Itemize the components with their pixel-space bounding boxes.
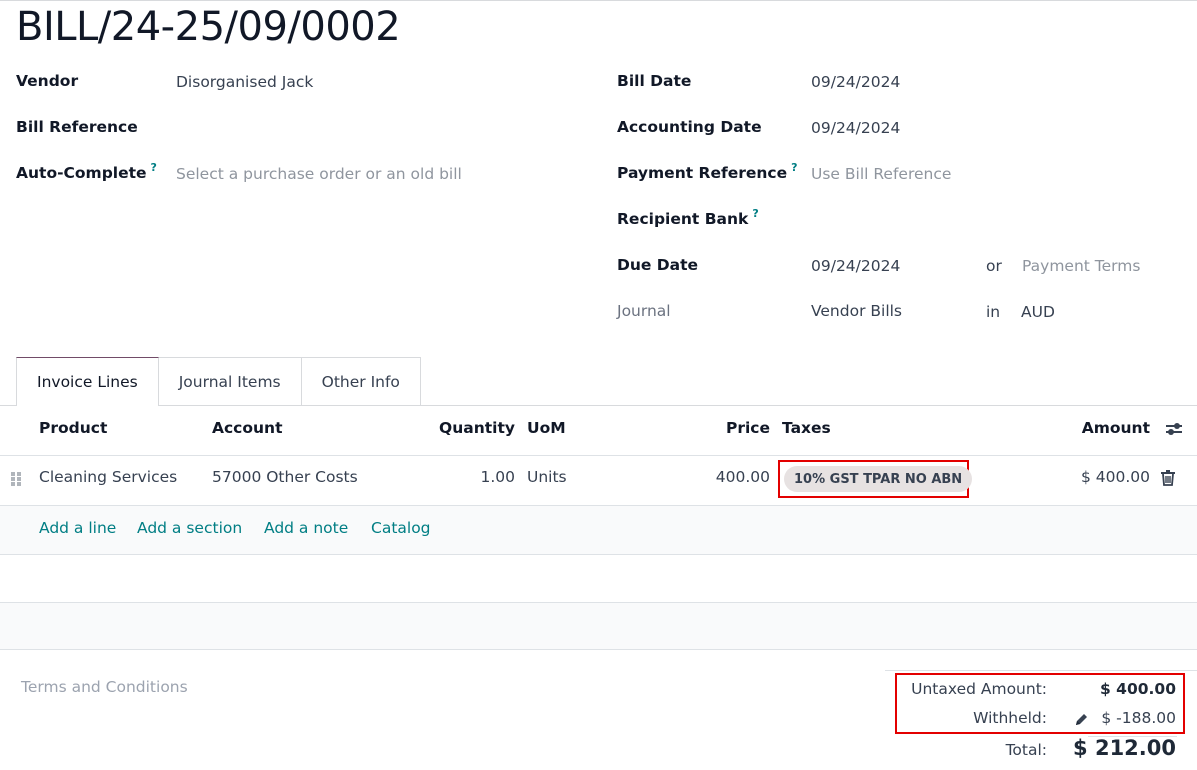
bill-date-label: Bill Date	[617, 72, 692, 90]
column-header-taxes[interactable]: Taxes	[782, 419, 831, 437]
tax-badge[interactable]: 10% GST TPAR NO ABN	[784, 466, 973, 492]
tab-other-info[interactable]: Other Info	[300, 357, 421, 405]
cell-account[interactable]: 57000 Other Costs	[212, 468, 358, 486]
pencil-icon[interactable]	[1072, 710, 1090, 728]
help-icon[interactable]: ?	[752, 207, 758, 220]
cell-uom[interactable]: Units	[527, 468, 567, 486]
journal-label: Journal	[617, 302, 671, 320]
total-label: Total:	[1005, 741, 1047, 759]
payment-reference-field[interactable]: Use Bill Reference	[811, 165, 951, 183]
terms-and-conditions-field[interactable]: Terms and Conditions	[21, 678, 188, 696]
recipient-bank-label-text: Recipient Bank	[617, 210, 749, 228]
vendor-field[interactable]: Disorganised Jack	[176, 73, 313, 91]
tab-invoice-lines[interactable]: Invoice Lines	[16, 357, 159, 406]
due-date-field[interactable]: 09/24/2024	[811, 257, 900, 275]
due-date-label: Due Date	[617, 256, 699, 274]
tab-journal-items[interactable]: Journal Items	[157, 357, 302, 405]
header-divider	[0, 455, 1197, 456]
recipient-bank-field[interactable]	[811, 210, 1191, 232]
help-icon[interactable]: ?	[151, 161, 157, 174]
trash-icon[interactable]	[1159, 468, 1177, 488]
recipient-bank-label: Recipient Bank?	[617, 207, 759, 228]
row-divider	[0, 554, 1197, 555]
cell-price[interactable]: 400.00	[670, 468, 770, 486]
notebook-tabs: Invoice Lines Journal Items Other Info	[16, 357, 421, 406]
untaxed-amount-value: $ 400.00	[1100, 680, 1176, 698]
optional-columns-icon[interactable]	[1163, 419, 1185, 439]
row-divider	[0, 649, 1197, 650]
accounting-date-field[interactable]: 09/24/2024	[811, 119, 900, 137]
journal-field[interactable]: Vendor Bills	[811, 302, 902, 320]
currency-field[interactable]: AUD	[1021, 303, 1055, 321]
add-note-link[interactable]: Add a note	[264, 519, 348, 537]
bill-title: BILL/24-25/09/0002	[16, 4, 401, 50]
add-line-link[interactable]: Add a line	[39, 519, 116, 537]
drag-handle-icon[interactable]	[9, 470, 23, 488]
column-header-product[interactable]: Product	[39, 419, 107, 437]
column-header-amount[interactable]: Amount	[1050, 419, 1150, 437]
vendor-label: Vendor	[16, 72, 79, 90]
withheld-value: $ -188.00	[1101, 709, 1176, 727]
or-label: or	[986, 257, 1002, 275]
cell-amount[interactable]: $ 400.00	[1050, 468, 1150, 486]
add-section-link[interactable]: Add a section	[137, 519, 242, 537]
untaxed-amount-label: Untaxed Amount:	[911, 680, 1047, 698]
column-header-account[interactable]: Account	[212, 419, 283, 437]
in-label: in	[986, 303, 1001, 321]
column-header-uom[interactable]: UoM	[527, 419, 566, 437]
bill-reference-label: Bill Reference	[16, 118, 138, 136]
withheld-label: Withheld:	[973, 709, 1047, 727]
totals-divider	[885, 670, 1197, 671]
row-divider	[0, 602, 1197, 603]
payment-reference-label: Payment Reference?	[617, 161, 798, 182]
payment-terms-field[interactable]: Payment Terms	[1022, 257, 1140, 275]
auto-complete-label: Auto-Complete?	[16, 161, 157, 182]
bill-date-field[interactable]: 09/24/2024	[811, 73, 900, 91]
cell-product[interactable]: Cleaning Services	[39, 468, 177, 486]
total-value: $ 212.00	[1073, 736, 1176, 760]
tab-divider	[0, 405, 1197, 406]
help-icon[interactable]: ?	[791, 161, 797, 174]
empty-row	[0, 603, 1197, 649]
cell-quantity[interactable]: 1.00	[415, 468, 515, 486]
top-border	[0, 0, 1197, 1]
bill-reference-field[interactable]	[176, 118, 576, 140]
catalog-link[interactable]: Catalog	[371, 519, 431, 537]
column-header-price[interactable]: Price	[670, 419, 770, 437]
auto-complete-label-text: Auto-Complete	[16, 164, 147, 182]
auto-complete-field[interactable]: Select a purchase order or an old bill	[176, 165, 462, 183]
accounting-date-label: Accounting Date	[617, 118, 762, 136]
column-header-quantity[interactable]: Quantity	[415, 419, 515, 437]
payment-reference-label-text: Payment Reference	[617, 164, 788, 182]
